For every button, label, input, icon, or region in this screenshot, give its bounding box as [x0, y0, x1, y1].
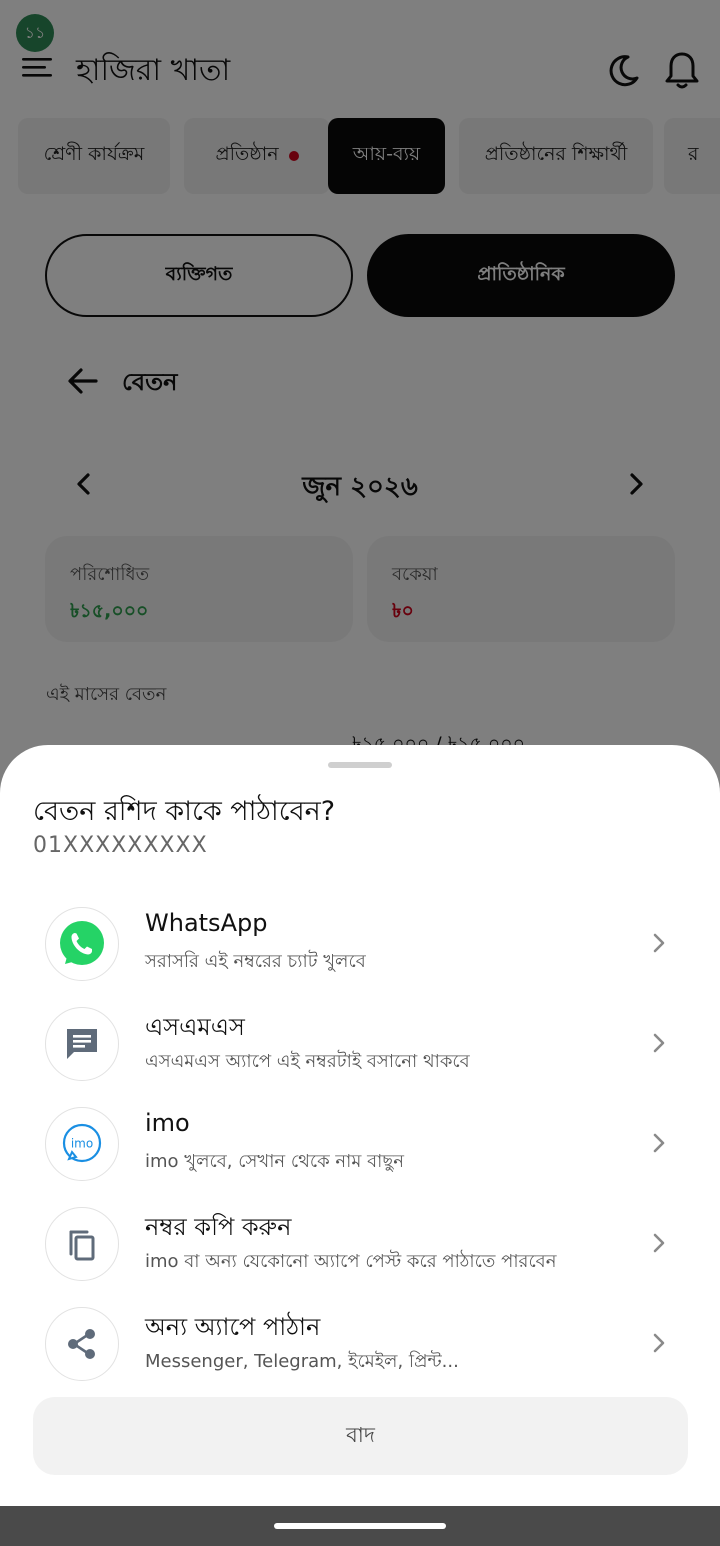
option-title: এসএমএস: [145, 1013, 245, 1041]
recipient-phone: 01XXXXXXXXX: [33, 833, 208, 858]
option-icon-circle: [45, 1007, 119, 1081]
chevron-right-icon: [653, 1333, 665, 1353]
option-subtitle: imo বা অন্য যেকোনো অ্যাপে পেস্ট করে পাঠা…: [145, 1251, 557, 1272]
option-icon-circle: [45, 1307, 119, 1381]
option-subtitle: imo খুলবে, সেখান থেকে নাম বাছুন: [145, 1151, 404, 1172]
option-imo[interactable]: imo imo imo খুলবে, সেখান থেকে নাম বাছুন: [0, 1099, 720, 1189]
option-title: নম্বর কপি করুন: [145, 1213, 292, 1241]
imo-icon: imo: [62, 1123, 102, 1163]
share-bottom-sheet: বেতন রশিদ কাকে পাঠাবেন? 01XXXXXXXXX What…: [0, 745, 720, 1506]
option-subtitle: এসএমএস অ্যাপে এই নম্বরটাই বসানো থাকবে: [145, 1051, 470, 1072]
option-icon-circle: [45, 1207, 119, 1281]
whatsapp-icon: [60, 921, 104, 965]
option-title: imo: [145, 1109, 190, 1137]
message-icon: [67, 1029, 97, 1059]
cancel-label: বাদ: [346, 1422, 375, 1447]
copy-icon: [69, 1230, 95, 1261]
drag-handle[interactable]: [328, 762, 392, 768]
sheet-title: বেতন রশিদ কাকে পাঠাবেন?: [33, 796, 336, 827]
option-subtitle: সরাসরি এই নম্বরের চ্যাট খুলবে: [145, 951, 366, 972]
option-subtitle: Messenger, Telegram, ইমেইল, প্রিন্ট...: [145, 1351, 459, 1372]
option-other-apps[interactable]: অন্য অ্যাপে পাঠান Messenger, Telegram, ই…: [0, 1299, 720, 1389]
option-title: অন্য অ্যাপে পাঠান: [145, 1313, 321, 1341]
chevron-right-icon: [653, 1133, 665, 1153]
cancel-button[interactable]: বাদ: [33, 1397, 688, 1475]
imo-logo-text: imo: [71, 1137, 93, 1151]
option-icon-circle: [45, 907, 119, 981]
chevron-right-icon: [653, 1033, 665, 1053]
share-icon: [68, 1329, 95, 1359]
option-sms[interactable]: এসএমএস এসএমএস অ্যাপে এই নম্বরটাই বসানো থ…: [0, 999, 720, 1089]
option-title: WhatsApp: [145, 909, 268, 937]
option-whatsapp[interactable]: WhatsApp সরাসরি এই নম্বরের চ্যাট খুলবে: [0, 899, 720, 989]
home-indicator[interactable]: [274, 1523, 446, 1529]
option-copy-number[interactable]: নম্বর কপি করুন imo বা অন্য যেকোনো অ্যাপে…: [0, 1199, 720, 1289]
chevron-right-icon: [653, 1233, 665, 1253]
chevron-right-icon: [653, 933, 665, 953]
option-icon-circle: imo: [45, 1107, 119, 1181]
